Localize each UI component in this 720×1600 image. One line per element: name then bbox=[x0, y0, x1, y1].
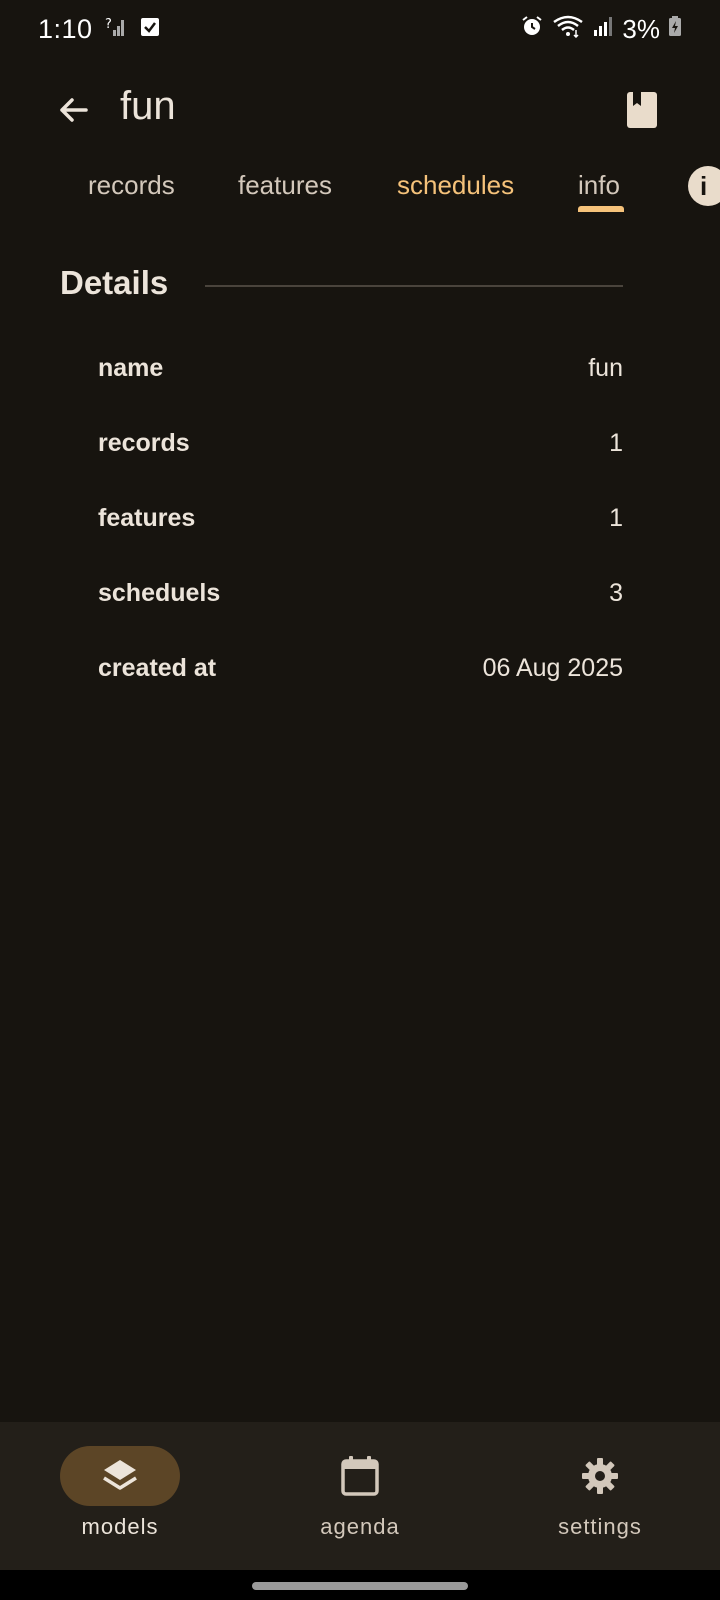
bottom-navigation: models agenda settings bbox=[0, 1422, 720, 1570]
alarm-icon bbox=[520, 14, 544, 45]
detail-row-schedules: scheduels 3 bbox=[98, 573, 623, 613]
detail-row-name: name fun bbox=[98, 348, 623, 388]
detail-label: scheduels bbox=[98, 578, 221, 607]
top-app-bar: fun bbox=[0, 70, 720, 150]
detail-row-features: features 1 bbox=[98, 498, 623, 538]
page-title: fun bbox=[120, 84, 176, 128]
status-time: 1:10 bbox=[38, 13, 93, 44]
detail-label: features bbox=[98, 503, 196, 532]
tab-schedules[interactable]: schedules bbox=[397, 170, 514, 201]
back-button[interactable] bbox=[52, 88, 96, 132]
layers-icon bbox=[103, 1460, 137, 1490]
cell-signal-icon bbox=[592, 14, 614, 45]
details-header: Details bbox=[60, 264, 169, 301]
tab-info[interactable]: info bbox=[578, 170, 620, 201]
detail-label: created at bbox=[98, 653, 217, 682]
status-bar: 1:10 ? 3% bbox=[0, 0, 720, 58]
svg-text:?: ? bbox=[105, 17, 112, 32]
detail-value: 1 bbox=[609, 503, 623, 532]
nav-label: agenda bbox=[320, 1514, 400, 1539]
arrow-back-icon bbox=[60, 98, 88, 122]
details-divider bbox=[205, 285, 623, 287]
detail-row-records: records 1 bbox=[98, 423, 623, 463]
detail-value: 3 bbox=[609, 578, 623, 607]
info-icon[interactable]: i bbox=[688, 166, 720, 206]
detail-label: name bbox=[98, 353, 164, 382]
battery-charging-icon bbox=[668, 14, 682, 45]
calendar-icon bbox=[341, 1456, 379, 1496]
bookmark-button[interactable] bbox=[620, 88, 664, 132]
nav-pill bbox=[300, 1446, 420, 1506]
active-tab-indicator bbox=[578, 206, 624, 212]
wifi-icon bbox=[552, 14, 584, 45]
tab-bar: records features schedules info i bbox=[0, 160, 720, 216]
gesture-handle[interactable] bbox=[252, 1582, 468, 1590]
no-sim-signal-icon: ? bbox=[105, 14, 127, 45]
book-bookmark-icon bbox=[627, 92, 657, 128]
tab-records[interactable]: records bbox=[88, 170, 175, 201]
detail-value: fun bbox=[588, 353, 623, 382]
task-check-icon bbox=[139, 14, 161, 45]
nav-pill bbox=[540, 1446, 660, 1506]
detail-value: 1 bbox=[609, 428, 623, 457]
nav-item-settings[interactable]: settings bbox=[520, 1446, 680, 1540]
app-screen: 1:10 ? 3% fun records features schedules… bbox=[0, 0, 720, 1600]
battery-level: 3% bbox=[622, 13, 660, 44]
gear-icon bbox=[582, 1458, 618, 1494]
detail-label: records bbox=[98, 428, 190, 457]
nav-item-agenda[interactable]: agenda bbox=[280, 1446, 440, 1540]
nav-label: settings bbox=[558, 1514, 642, 1539]
detail-row-created-at: created at 06 Aug 2025 bbox=[98, 648, 623, 688]
nav-item-models[interactable]: models bbox=[40, 1446, 200, 1540]
nav-label: models bbox=[81, 1514, 159, 1539]
nav-active-pill bbox=[60, 1446, 180, 1506]
detail-value: 06 Aug 2025 bbox=[482, 653, 623, 682]
tab-features[interactable]: features bbox=[238, 170, 332, 201]
